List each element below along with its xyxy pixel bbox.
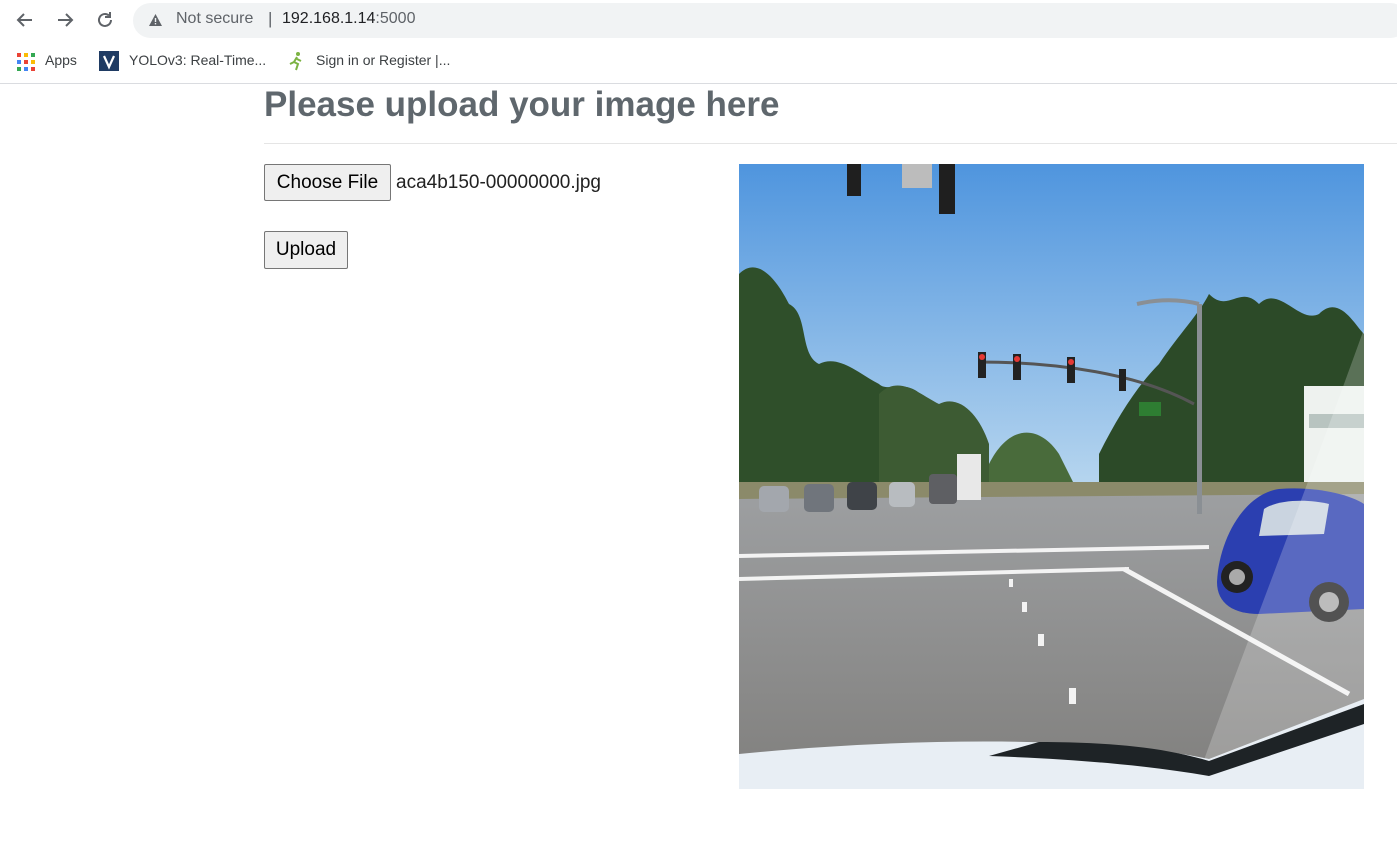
url-separator: | — [268, 9, 273, 28]
bookmark-yolov3[interactable]: YOLOv3: Real-Time... — [129, 52, 266, 68]
back-arrow-icon — [16, 13, 32, 27]
back-button[interactable] — [11, 6, 39, 34]
url-host: 192.168.1.14 — [282, 10, 376, 27]
choose-file-button[interactable]: Choose File — [264, 164, 391, 201]
forward-arrow-icon — [58, 13, 74, 27]
apps-grid-icon — [17, 53, 35, 71]
url-port: :5000 — [375, 10, 416, 27]
v-logo-icon — [99, 51, 119, 71]
bookmark-apps[interactable]: Apps — [45, 52, 77, 68]
url-text[interactable]: 192.168.1.14:5000 — [282, 10, 415, 28]
upload-button[interactable]: Upload — [264, 231, 348, 269]
page-title: Please upload your image here — [264, 85, 780, 124]
street-intersection-photo — [739, 164, 1364, 789]
reload-button[interactable] — [91, 6, 119, 34]
title-divider — [264, 143, 1397, 144]
browser-toolbar: Not secure | 192.168.1.14:5000 — [0, 0, 1397, 41]
warning-triangle-icon — [149, 14, 162, 26]
security-status[interactable]: Not secure — [176, 10, 253, 28]
runner-icon — [289, 52, 302, 71]
uploaded-image-preview — [739, 164, 1364, 789]
selected-file-name: aca4b150-00000000.jpg — [396, 172, 601, 193]
bookmark-sign-in[interactable]: Sign in or Register |... — [316, 52, 450, 68]
bookmarks-bar: Apps YOLOv3: Real-Time... Sign in or Reg… — [0, 41, 1397, 84]
reload-icon — [98, 12, 112, 27]
forward-button[interactable] — [51, 6, 79, 34]
